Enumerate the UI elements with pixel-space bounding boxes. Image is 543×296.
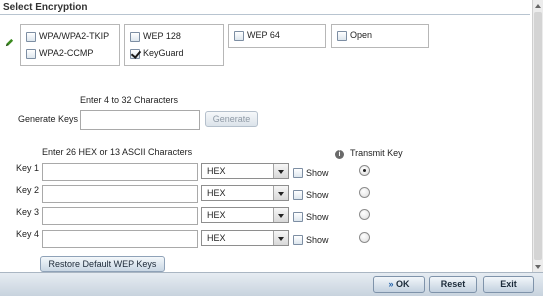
key-3-format-select[interactable]: HEX	[201, 207, 289, 223]
key-1-input[interactable]	[42, 163, 198, 181]
key-2-format-value: HEX	[207, 188, 226, 198]
section-title: Select Encryption	[3, 2, 88, 13]
key-2-input[interactable]	[42, 185, 198, 203]
checkbox-wpa-wpa2-tkip[interactable]	[26, 32, 36, 42]
checkbox-open[interactable]	[337, 31, 347, 41]
key-4-format-value: HEX	[207, 233, 226, 243]
pencil-icon	[5, 38, 14, 47]
label-wpa2-ccmp: WPA2-CCMP	[39, 48, 94, 58]
key-3-show-checkbox[interactable]	[293, 212, 303, 222]
key-3-input[interactable]	[42, 207, 198, 225]
exit-button[interactable]: Exit	[483, 276, 534, 293]
restore-default-wep-keys-button[interactable]: Restore Default WEP Keys	[40, 256, 165, 272]
checkbox-keyguard[interactable]	[130, 49, 140, 59]
label-open: Open	[350, 30, 373, 40]
generate-button[interactable]: Generate	[205, 111, 258, 127]
key-2-show-label: Show	[306, 190, 329, 200]
keys-hint: Enter 26 HEX or 13 ASCII Characters	[42, 147, 193, 157]
encryption-group-wep64: WEP 64	[228, 24, 326, 48]
ok-button[interactable]: » OK	[373, 276, 425, 293]
reset-button[interactable]: Reset	[429, 276, 477, 293]
chevron-down-icon	[273, 164, 288, 178]
key-3-show-label: Show	[306, 212, 329, 222]
key-2-label: Key 2	[16, 185, 40, 195]
key-2-show-checkbox[interactable]	[293, 190, 303, 200]
chevron-down-icon	[273, 208, 288, 222]
checkbox-wep-64[interactable]	[234, 31, 244, 41]
info-icon: i	[335, 150, 344, 159]
label-keyguard: KeyGuard	[143, 48, 184, 58]
scroll-down-icon[interactable]	[533, 262, 543, 272]
key-4-transmit-radio[interactable]	[359, 232, 370, 243]
chevron-down-icon	[273, 186, 288, 200]
key-1-format-select[interactable]: HEX	[201, 163, 289, 179]
key-4-show-label: Show	[306, 235, 329, 245]
key-4-show-checkbox[interactable]	[293, 235, 303, 245]
scrollbar-thumb[interactable]	[534, 12, 542, 260]
generate-hint: Enter 4 to 32 Characters	[80, 95, 179, 105]
key-2-format-select[interactable]: HEX	[201, 185, 289, 201]
key-2-transmit-radio[interactable]	[359, 187, 370, 198]
key-1-transmit-radio[interactable]	[359, 165, 370, 176]
key-1-label: Key 1	[16, 163, 40, 173]
scroll-up-icon[interactable]	[533, 1, 543, 11]
encryption-group-wpa: WPA/WPA2-TKIP WPA2-CCMP	[20, 24, 120, 66]
key-3-transmit-radio[interactable]	[359, 209, 370, 220]
key-4-label: Key 4	[16, 229, 40, 239]
label-wep-128: WEP 128	[143, 31, 181, 41]
key-3-label: Key 3	[16, 207, 40, 217]
checkbox-wpa2-ccmp[interactable]	[26, 49, 36, 59]
key-3-format-value: HEX	[207, 210, 226, 220]
generate-keys-input[interactable]	[80, 110, 200, 130]
ok-button-label: OK	[396, 279, 410, 289]
checkbox-wep-128[interactable]	[130, 32, 140, 42]
encryption-group-open: Open	[331, 24, 429, 48]
double-chevron-right-icon: »	[388, 279, 394, 289]
label-wpa-wpa2-tkip: WPA/WPA2-TKIP	[39, 31, 110, 41]
chevron-down-icon	[273, 231, 288, 245]
generate-keys-label: Generate Keys	[18, 114, 79, 124]
transmit-key-label: Transmit Key	[350, 148, 403, 158]
encryption-group-wep128: WEP 128 KeyGuard	[124, 24, 224, 66]
key-1-format-value: HEX	[207, 166, 226, 176]
label-wep-64: WEP 64	[247, 30, 280, 40]
key-4-input[interactable]	[42, 230, 198, 248]
key-1-show-checkbox[interactable]	[293, 168, 303, 178]
key-1-show-label: Show	[306, 168, 329, 178]
title-divider	[0, 14, 530, 15]
key-4-format-select[interactable]: HEX	[201, 230, 289, 246]
